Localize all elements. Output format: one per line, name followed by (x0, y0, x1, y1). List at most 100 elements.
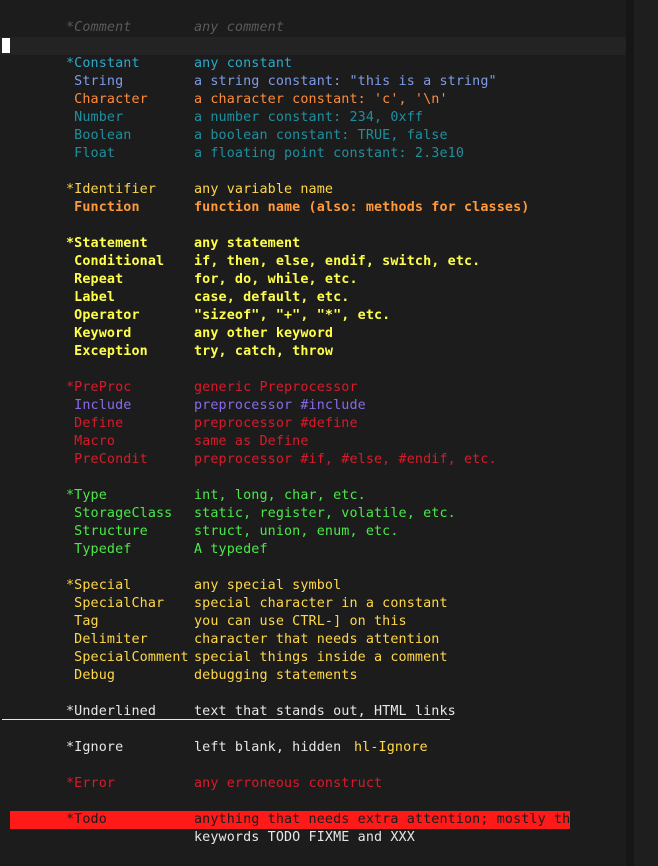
syntax-line: SpecialComment special things inside a co… (0, 649, 620, 667)
cursor-line-highlight (0, 37, 628, 55)
syntax-line: PreCondit preprocessor #if, #else, #endif… (0, 451, 620, 469)
group-description: any variable name (194, 182, 334, 197)
group-description: function name (also: methods for classes… (194, 200, 530, 215)
group-name: *Ignore (66, 740, 124, 755)
group-description: static, register, volatile, etc. (194, 506, 456, 521)
group-name: Include (66, 398, 132, 413)
syntax-line: Structure struct, union, enum, etc. (0, 523, 620, 541)
syntax-line: Boolean a boolean constant: TRUE, false (0, 127, 620, 145)
syntax-line: StorageClass static, register, volatile, … (0, 505, 620, 523)
group-name: *Statement (66, 236, 148, 251)
group-name: SpecialChar (66, 596, 165, 611)
group-description: for, do, while, etc. (194, 272, 358, 287)
group-name: Boolean (66, 128, 132, 143)
group-description: anything that needs extra attention; mos… (194, 812, 579, 827)
group-description: int, long, char, etc. (194, 488, 366, 503)
group-description: special character in a constant (194, 596, 448, 611)
group-description: any other keyword (194, 326, 334, 341)
syntax-line: *PreProc generic Preprocessor (0, 379, 620, 397)
group-description: any special symbol (194, 578, 342, 593)
syntax-line: Typedef A typedef (0, 541, 620, 559)
group-name: Conditional (66, 254, 165, 269)
group-name: Delimiter (66, 632, 148, 647)
group-description: text that stands out, HTML links (194, 704, 456, 719)
syntax-line: keywords TODO FIXME and XXX (0, 829, 620, 847)
group-description: same as Define (194, 434, 309, 449)
group-description: a string constant: "this is a string" (194, 74, 497, 89)
group-name: Character (66, 92, 148, 107)
syntax-line: Function function name (also: methods for… (0, 199, 620, 217)
group-name: Tag (66, 614, 99, 629)
group-description: preprocessor #include (194, 398, 366, 413)
syntax-line: Number a number constant: 234, 0xff (0, 109, 620, 127)
syntax-line: Keyword any other keyword (0, 325, 620, 343)
right-panel (634, 0, 658, 866)
group-name: Exception (66, 344, 148, 359)
group-description: any statement (194, 236, 301, 251)
text-cursor (2, 38, 10, 53)
syntax-line: String a string constant: "this is a stri… (0, 73, 620, 91)
group-description: a character constant: 'c', '\n' (194, 92, 448, 107)
group-name: Label (66, 290, 116, 305)
group-name: Debug (66, 668, 116, 683)
group-description: preprocessor #if, #else, #endif, etc. (194, 452, 497, 467)
syntax-line: Float a floating point constant: 2.3e10 (0, 145, 620, 163)
group-name: *Constant (66, 56, 140, 71)
syntax-line: Tag you can use CTRL-] on this (0, 613, 620, 631)
group-description: "sizeof", "+", "*", etc. (194, 308, 391, 323)
syntax-line: Debug debugging statements (0, 667, 620, 685)
group-name: *Error (66, 776, 116, 791)
group-description: a floating point constant: 2.3e10 (194, 146, 465, 161)
group-description: generic Preprocessor (194, 380, 358, 395)
group-description: any constant (194, 56, 293, 71)
syntax-line: *Underlined text that stands out, HTML li… (0, 703, 620, 721)
group-description: try, catch, throw (194, 344, 334, 359)
group-description: debugging statements (194, 668, 358, 683)
group-name: Number (66, 110, 124, 125)
group-description: preprocessor #define (194, 416, 358, 431)
group-description: a number constant: 234, 0xff (194, 110, 424, 125)
group-name: Typedef (66, 542, 132, 557)
group-name: Structure (66, 524, 148, 539)
group-name: Float (66, 146, 116, 161)
group-description: a boolean constant: TRUE, false (194, 128, 448, 143)
group-description: you can use CTRL-] on this (194, 614, 407, 629)
group-description: any erroneous construct (194, 776, 383, 791)
syntax-line: Operator "sizeof", "+", "*", etc. (0, 307, 620, 325)
group-extra: hl-Ignore (354, 740, 428, 755)
group-description: A typedef (194, 542, 268, 557)
group-name: Repeat (66, 272, 124, 287)
group-name: Operator (66, 308, 140, 323)
group-name: *Todo (66, 812, 107, 827)
group-description: keywords TODO FIXME and XXX (194, 830, 415, 845)
group-name: *PreProc (66, 380, 132, 395)
group-description: character that needs attention (194, 632, 440, 647)
syntax-line: *Error any erroneous construct (0, 775, 620, 793)
group-name: *Comment (66, 20, 132, 35)
syntax-line: *Constant any constant (0, 55, 620, 73)
group-description: any comment (194, 20, 285, 35)
group-name: *Special (66, 578, 132, 593)
syntax-line: *Type int, long, char, etc. (0, 487, 620, 505)
syntax-line: Macro same as Define (0, 433, 620, 451)
group-description: left blank, hidden (194, 740, 342, 755)
syntax-line: Delimiter character that needs attention (0, 631, 620, 649)
syntax-line: Include preprocessor #include (0, 397, 620, 415)
syntax-line: *Identifier any variable name (0, 181, 620, 199)
group-name: PreCondit (66, 452, 148, 467)
group-name: Keyword (66, 326, 132, 341)
editor-window[interactable]: *Comment any comment *Constant any constant… (0, 0, 658, 866)
syntax-line: *Todo anything that needs extra attention… (0, 811, 620, 829)
group-description: case, default, etc. (194, 290, 350, 305)
scrollbar[interactable] (626, 0, 634, 866)
syntax-line: Define preprocessor #define (0, 415, 620, 433)
syntax-line: *Statement any statement (0, 235, 620, 253)
group-description: if, then, else, endif, switch, etc. (194, 254, 481, 269)
syntax-line: *Comment any comment (0, 19, 620, 37)
syntax-line: *Special any special symbol (0, 577, 620, 595)
group-name: StorageClass (66, 506, 173, 521)
group-name: *Underlined (66, 704, 157, 719)
syntax-line: Label case, default, etc. (0, 289, 620, 307)
syntax-line: Repeat for, do, while, etc. (0, 271, 620, 289)
group-name: Define (66, 416, 124, 431)
